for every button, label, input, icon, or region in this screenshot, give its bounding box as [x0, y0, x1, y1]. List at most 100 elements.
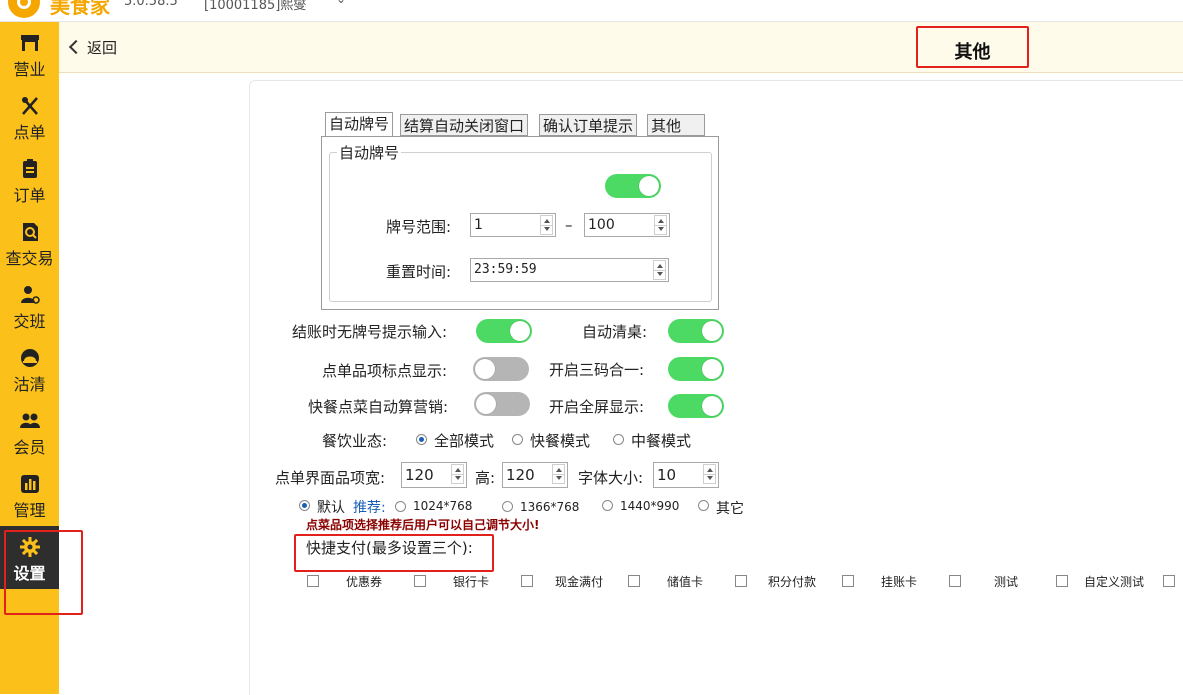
tab-other[interactable]: 其他	[647, 114, 705, 136]
range-to-stepper[interactable]: 100	[584, 213, 670, 237]
sidebar-item-label: 会员	[13, 438, 46, 457]
item-height-label: 高:	[475, 469, 496, 487]
clipboard-icon	[23, 159, 37, 178]
radio-1440x990[interactable]	[602, 500, 613, 511]
sidebar-item-label: 点单	[13, 123, 46, 142]
radio-label: 其它	[716, 501, 744, 517]
item-badge-label: 点单品项标点显示:	[322, 362, 448, 380]
store-name[interactable]: [10001185]熙燮	[204, 0, 306, 13]
range-separator: –	[565, 216, 573, 234]
checkbox-custom-test[interactable]	[1056, 575, 1068, 587]
checkbox-test[interactable]	[949, 575, 961, 587]
sidebar-item-label: 交班	[13, 312, 46, 331]
bar-chart-icon	[21, 475, 39, 493]
checkbox-cash-full[interactable]	[521, 575, 533, 587]
sidebar-item-shift[interactable]: 交班	[0, 274, 59, 337]
fullscreen-toggle[interactable]	[668, 394, 724, 418]
auto-clear-table-toggle[interactable]	[668, 319, 724, 343]
chevron-left-icon	[68, 39, 84, 55]
checkbox-stored-value[interactable]	[628, 575, 640, 587]
checkbox-label: 挂账卡	[881, 575, 918, 589]
radio-chinese-mode[interactable]	[613, 434, 624, 445]
search-document-icon	[23, 223, 38, 241]
checkbox-label: 储值卡	[667, 575, 704, 589]
checkbox-coupon[interactable]	[307, 575, 319, 587]
item-width-value: 120	[405, 466, 434, 484]
stepper-arrows[interactable]	[703, 464, 716, 484]
item-height-stepper[interactable]: 120	[502, 462, 568, 488]
back-label: 返回	[87, 39, 118, 57]
back-button[interactable]: 返回	[68, 37, 118, 58]
checkbox-bank-card[interactable]	[414, 575, 426, 587]
checkbox-points[interactable]	[735, 575, 747, 587]
sidebar-item-orders[interactable]: 订单	[0, 148, 59, 211]
checkbox-label: 优惠券	[346, 575, 383, 589]
tab-auto-close[interactable]: 结算自动关闭窗口	[400, 114, 529, 136]
fast-food-marketing-toggle[interactable]	[474, 392, 530, 416]
stepper-arrows[interactable]	[540, 215, 553, 235]
size-hint-text: 点菜品项选择推荐后用户可以自己调节大小!	[306, 518, 540, 532]
cloche-icon	[21, 349, 39, 367]
radio-all-mode[interactable]	[416, 434, 427, 445]
fork-knife-icon	[22, 97, 38, 115]
checkbox-label: 测试	[994, 575, 1019, 589]
sidebar-item-business[interactable]: 营业	[0, 22, 59, 85]
checkout-no-number-toggle[interactable]	[476, 319, 532, 343]
sidebar-item-manage[interactable]: 管理	[0, 463, 59, 526]
fast-food-marketing-label: 快餐点菜自动算营销:	[308, 398, 449, 416]
chevron-down-icon[interactable]: ⌄	[336, 0, 346, 6]
page-title: 其他	[954, 42, 991, 63]
three-codes-label: 开启三码合一:	[549, 361, 645, 379]
sidebar-item-transactions[interactable]: 查交易	[0, 211, 59, 274]
auto-number-toggle[interactable]	[605, 174, 661, 198]
reset-time-label: 重置时间:	[386, 263, 452, 281]
sidebar-item-order[interactable]: 点单	[0, 85, 59, 148]
app-name: 美食家	[50, 0, 110, 18]
font-size-label: 字体大小:	[578, 469, 644, 487]
radio-label: 快餐模式	[530, 432, 591, 450]
stepper-arrows[interactable]	[653, 260, 666, 280]
radio-fast-food-mode[interactable]	[512, 434, 523, 445]
members-icon	[20, 413, 40, 428]
user-shift-icon	[21, 286, 40, 304]
radio-label: 1440*990	[620, 499, 680, 513]
title-bar: 美食家 5.0.58.5 [10001185]熙燮 ⌄	[0, 0, 1183, 22]
checkbox-label: 银行卡	[453, 575, 490, 589]
item-width-stepper[interactable]: 120	[401, 462, 467, 488]
radio-label: 1366*768	[520, 500, 580, 514]
tab-confirm-order[interactable]: 确认订单提示	[539, 114, 638, 136]
radio-1366x768[interactable]	[502, 501, 513, 512]
radio-1024x768[interactable]	[395, 501, 406, 512]
stepper-arrows[interactable]	[654, 215, 667, 235]
three-codes-toggle[interactable]	[668, 357, 724, 381]
app-version: 5.0.58.5	[124, 0, 178, 9]
radio-other-size[interactable]	[698, 500, 709, 511]
stepper-arrows[interactable]	[552, 464, 565, 484]
sidebar-item-label: 沽清	[13, 375, 46, 394]
item-badge-toggle[interactable]	[473, 357, 529, 381]
tab-auto-number[interactable]: 自动牌号	[325, 112, 394, 138]
sidebar-item-members[interactable]: 会员	[0, 400, 59, 463]
business-mode-label: 餐饮业态:	[322, 432, 388, 450]
font-size-stepper[interactable]: 10	[653, 462, 719, 488]
checkbox-label: 自定义测试	[1084, 575, 1145, 589]
radio-label: 中餐模式	[631, 432, 692, 450]
sidebar-item-soldout[interactable]: 沽清	[0, 337, 59, 400]
range-from-value: 1	[474, 217, 483, 233]
range-from-stepper[interactable]: 1	[470, 213, 556, 237]
fullscreen-label: 开启全屏显示:	[549, 398, 645, 416]
group-title: 自动牌号	[337, 142, 402, 163]
stepper-arrows[interactable]	[451, 464, 464, 484]
reset-time-field[interactable]: 23:59:59	[470, 258, 669, 282]
range-label: 牌号范围:	[386, 218, 452, 236]
recommend-label: 推荐:	[353, 500, 386, 516]
storefront-icon	[21, 35, 39, 51]
font-size-value: 10	[657, 466, 677, 484]
radio-label: 全部模式	[434, 432, 495, 450]
sidebar-item-label: 管理	[13, 501, 46, 520]
reset-time-value: 23:59:59	[474, 262, 537, 277]
sidebar-item-label: 订单	[13, 186, 46, 205]
checkbox-credit-card[interactable]	[842, 575, 854, 587]
radio-default-size[interactable]	[299, 500, 310, 511]
checkbox-extra[interactable]	[1163, 575, 1175, 587]
